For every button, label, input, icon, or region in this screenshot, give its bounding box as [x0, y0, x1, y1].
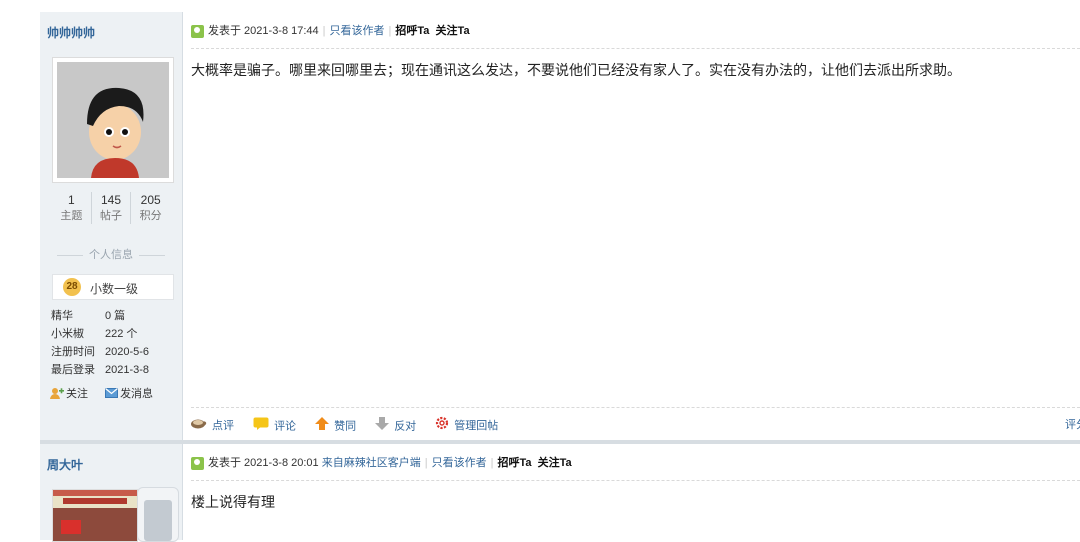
- stat-posts-value: 145: [100, 193, 122, 207]
- author-name[interactable]: 帅帅帅帅: [47, 24, 95, 41]
- post-content: 发表于 2021-3-8 20:01 来自麻辣社区客户端 | 只看该作者 | 招呼Ta …: [183, 444, 1080, 540]
- coffee-cup-icon: [191, 417, 207, 435]
- post-time: 发表于 2021-3-8 17:44: [208, 25, 319, 37]
- mobile-client-icon: [137, 487, 179, 542]
- info-key: 小米椒: [51, 328, 84, 340]
- downvote-label: 反对: [394, 419, 417, 432]
- online-status-icon: [191, 24, 204, 38]
- client-source-link[interactable]: 来自麻辣社区客户端: [322, 457, 421, 469]
- upvote-label: 赞同: [334, 419, 357, 432]
- meta-separator: |: [424, 457, 428, 469]
- post-time: 发表于 2021-3-8 20:01: [208, 457, 319, 469]
- comment-label: 评论: [274, 419, 297, 432]
- post-body: 楼上说得有理: [191, 494, 275, 510]
- level-badge-icon: 28: [63, 278, 81, 296]
- level-label: 小数一级: [90, 282, 139, 296]
- upvote-button[interactable]: 赞同: [315, 416, 357, 436]
- post-1: 帅帅帅帅 1 主题 145 帖子 205 积分 个人信息 28 小数一级 精华 …: [40, 12, 1080, 442]
- stat-threads-label: 主题: [60, 210, 83, 222]
- send-message-button[interactable]: 发消息: [105, 385, 153, 401]
- avatar-sign: [63, 498, 127, 504]
- stat-threads[interactable]: 1 主题: [52, 192, 92, 224]
- author-name[interactable]: 周大叶: [47, 456, 83, 473]
- stat-points[interactable]: 205 积分: [131, 192, 170, 224]
- follow-author-link[interactable]: 关注Ta: [538, 457, 572, 469]
- stat-posts-label: 帖子: [100, 210, 122, 222]
- author-sidebar: 周大叶: [40, 444, 183, 542]
- stat-points-value: 205: [140, 193, 161, 207]
- post-2: 周大叶 发表于 2021-3-8 20:01 来自麻辣社区客户端 | 只看该作者 | 招…: [40, 444, 1080, 542]
- downvote-button[interactable]: 反对: [375, 416, 417, 436]
- avatar-image: [57, 62, 169, 178]
- manage-reply-label: 管理回帖: [454, 419, 499, 432]
- only-author-link[interactable]: 只看该作者: [330, 25, 385, 37]
- info-row-digest: 精华 0 篇: [51, 307, 149, 325]
- post-content: 发表于 2021-3-8 17:44 | 只看该作者 | 招呼Ta 关注Ta 大概率是骗…: [183, 12, 1080, 442]
- add-friend-icon: [50, 387, 64, 402]
- stat-posts[interactable]: 145 帖子: [92, 192, 132, 224]
- mobile-screen: [144, 500, 172, 541]
- stat-threads-value: 1: [67, 193, 75, 207]
- page-left-gutter: [0, 0, 40, 540]
- rate-label: 评分: [1065, 419, 1080, 431]
- forum-thread-page: 帅帅帅帅 1 主题 145 帖子 205 积分 个人信息 28 小数一级 精华 …: [0, 0, 1080, 542]
- meta-separator: |: [322, 25, 326, 37]
- avatar[interactable]: [52, 489, 138, 542]
- post-meta: 发表于 2021-3-8 17:44 | 只看该作者 | 招呼Ta 关注Ta: [191, 22, 470, 40]
- comment-short-button[interactable]: 点评: [191, 417, 234, 435]
- header-divider: [191, 48, 1080, 49]
- rate-link[interactable]: 评分: [1065, 416, 1080, 434]
- post-body: 大概率是骗子。哪里来回哪里去；现在通讯这么发达，不要说他们已经没有家人了。实在没…: [191, 62, 961, 78]
- follow-user-button[interactable]: 关注: [50, 385, 88, 402]
- post-actions: 点评 评论 赞同 反对 管理回帖: [191, 416, 514, 434]
- arrow-up-icon: [315, 416, 330, 436]
- comment-button[interactable]: 评论: [253, 417, 296, 436]
- header-divider: [191, 480, 1080, 481]
- only-author-link[interactable]: 只看该作者: [432, 457, 487, 469]
- greet-link[interactable]: 招呼Ta: [497, 457, 531, 469]
- profile-info: 精华 0 篇 小米椒 222 个 注册时间 2020-5-6 最后登录 2021-3-8: [51, 307, 149, 379]
- meta-separator: |: [490, 457, 494, 469]
- stat-points-label: 积分: [139, 210, 162, 222]
- manage-reply-button[interactable]: 管理回帖: [435, 416, 498, 436]
- profile-section-title: 个人信息: [50, 246, 172, 262]
- meta-separator: |: [388, 25, 392, 37]
- author-stats: 1 主题 145 帖子 205 积分: [52, 192, 170, 224]
- info-row-registered: 注册时间 2020-5-6: [51, 343, 149, 361]
- arrow-down-icon: [375, 416, 390, 436]
- footer-divider: [191, 407, 1080, 408]
- avatar-flag: [61, 520, 81, 534]
- info-value: 222 个: [105, 328, 138, 340]
- info-key: 注册时间: [51, 346, 95, 358]
- info-key: 最后登录: [51, 364, 95, 376]
- info-row-last-login: 最后登录 2021-3-8: [51, 361, 149, 379]
- info-value: 2020-5-6: [105, 346, 150, 358]
- post-meta: 发表于 2021-3-8 20:01 来自麻辣社区客户端 | 只看该作者 | 招呼Ta …: [191, 454, 572, 472]
- send-message-label: 发消息: [120, 388, 154, 400]
- comment-short-label: 点评: [212, 419, 234, 432]
- info-row-peppers: 小米椒 222 个: [51, 325, 149, 343]
- online-status-icon: [191, 456, 204, 470]
- avatar[interactable]: [52, 57, 174, 183]
- greet-link[interactable]: 招呼Ta: [395, 25, 429, 37]
- gear-icon: [435, 416, 449, 436]
- author-sidebar: 帅帅帅帅 1 主题 145 帖子 205 积分 个人信息 28 小数一级 精华 …: [40, 12, 183, 442]
- user-level[interactable]: 28 小数一级: [52, 274, 174, 300]
- info-value: 2021-3-8: [105, 364, 150, 376]
- follow-author-link[interactable]: 关注Ta: [436, 25, 470, 37]
- speech-bubble-icon: [253, 417, 269, 436]
- author-actions: 关注 发消息: [50, 385, 167, 402]
- info-value: 0 篇: [105, 310, 126, 322]
- info-key: 精华: [51, 310, 73, 322]
- follow-user-label: 关注: [66, 388, 88, 400]
- envelope-icon: [105, 387, 119, 401]
